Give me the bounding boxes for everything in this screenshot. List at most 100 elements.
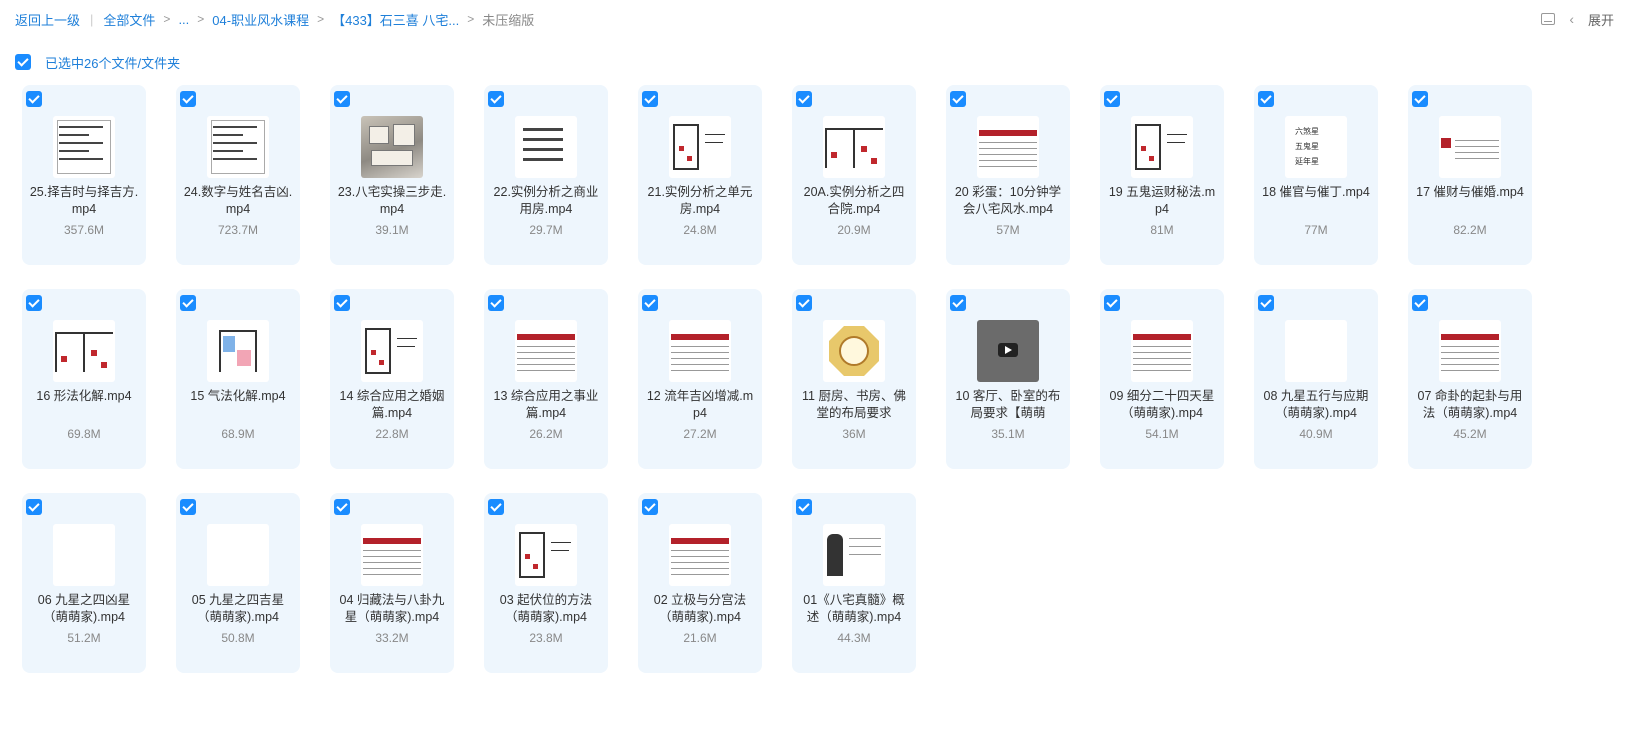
file-size: 26.2M [529, 427, 563, 441]
file-name: 08 九星五行与应期（萌萌家).mp4 [1263, 389, 1369, 420]
file-card[interactable]: 12 流年吉凶增减.mp4 27.2M [638, 289, 762, 469]
file-checkbox[interactable] [642, 295, 658, 311]
file-size: 723.7M [217, 223, 259, 237]
file-card[interactable]: 13 综合应用之事业篇.mp4 26.2M [484, 289, 608, 469]
file-name: 12 流年吉凶增减.mp4 [646, 389, 754, 420]
file-checkbox[interactable] [26, 499, 42, 515]
file-checkbox[interactable] [642, 499, 658, 515]
file-card[interactable]: 17 催财与催婚.mp4 82.2M [1408, 85, 1532, 265]
file-card[interactable]: 23.八宅实操三步走.mp4 39.1M [330, 85, 454, 265]
divider: | [90, 11, 94, 27]
file-card[interactable]: 06 九星之四凶星（萌萌家).mp4 51.2M [22, 493, 146, 673]
file-size: 357.6M [63, 223, 105, 237]
thumbnail-text: 延年星 [1295, 157, 1319, 166]
file-card[interactable]: 24.数字与姓名吉凶.mp4 723.7M [176, 85, 300, 265]
toolbar-right: ‹ 展开 [1541, 0, 1614, 38]
file-name: 05 九星之四吉星（萌萌家).mp4 [191, 593, 285, 624]
file-card[interactable]: 16 形法化解.mp4 69.8M [22, 289, 146, 469]
list-view-icon[interactable] [1541, 13, 1556, 25]
file-thumbnail [669, 524, 731, 586]
file-checkbox[interactable] [796, 295, 812, 311]
file-card[interactable]: 22.实例分析之商业用房.mp4 29.7M [484, 85, 608, 265]
file-card[interactable]: 14 综合应用之婚姻篇.mp4 22.8M [330, 289, 454, 469]
file-card[interactable]: 04 归藏法与八卦九星（萌萌家).mp4 33.2M [330, 493, 454, 673]
file-card[interactable]: 20 彩蛋：10分钟学会八宅风水.mp4 57M [946, 85, 1070, 265]
file-card[interactable]: 25.择吉时与择吉方.mp4 357.6M [22, 85, 146, 265]
file-card[interactable]: 07 命卦的起卦与用法（萌萌家).mp4 45.2M [1408, 289, 1532, 469]
file-name: 03 起伏位的方法（萌萌家).mp4 [499, 593, 593, 624]
file-checkbox[interactable] [488, 499, 504, 515]
file-thumbnail [1439, 320, 1501, 382]
file-checkbox[interactable] [1258, 91, 1274, 107]
file-checkbox[interactable] [642, 91, 658, 107]
file-card[interactable]: 19 五鬼运财秘法.mp4 81M [1100, 85, 1224, 265]
file-card[interactable]: 11 厨房、书房、佛堂的布局要求 36M [792, 289, 916, 469]
file-thumbnail [823, 116, 885, 178]
chevron-left-icon[interactable]: ‹ [1569, 11, 1574, 27]
file-name: 21.实例分析之单元房.mp4 [647, 185, 753, 216]
file-thumbnail [53, 116, 115, 178]
file-thumbnail [823, 320, 885, 382]
file-thumbnail [361, 116, 423, 178]
file-card[interactable]: 02 立极与分宫法（萌萌家).mp4 21.6M [638, 493, 762, 673]
file-checkbox[interactable] [334, 91, 350, 107]
breadcrumb-item-course[interactable]: 04-职业风水课程 [212, 10, 309, 29]
file-thumbnail [977, 320, 1039, 382]
file-checkbox[interactable] [180, 295, 196, 311]
file-checkbox[interactable] [796, 499, 812, 515]
expand-button[interactable]: 展开 [1588, 10, 1614, 29]
file-name: 09 细分二十四天星（萌萌家).mp4 [1109, 389, 1215, 420]
file-checkbox[interactable] [1412, 91, 1428, 107]
file-thumbnail: 六煞星 五鬼星 延年星 [1285, 116, 1347, 178]
file-card[interactable]: 03 起伏位的方法（萌萌家).mp4 23.8M [484, 493, 608, 673]
file-name: 02 立极与分宫法（萌萌家).mp4 [653, 593, 747, 624]
file-checkbox[interactable] [26, 295, 42, 311]
file-checkbox[interactable] [950, 295, 966, 311]
file-checkbox[interactable] [180, 499, 196, 515]
file-size: 24.8M [683, 223, 717, 237]
file-card[interactable]: 05 九星之四吉星（萌萌家).mp4 50.8M [176, 493, 300, 673]
file-card[interactable]: 01《八宅真髓》概述（萌萌家).mp4 44.3M [792, 493, 916, 673]
file-card[interactable]: 10 客厅、卧室的布局要求【萌萌 35.1M [946, 289, 1070, 469]
file-size: 23.8M [529, 631, 563, 645]
file-checkbox[interactable] [488, 295, 504, 311]
file-thumbnail [53, 524, 115, 586]
file-checkbox[interactable] [26, 91, 42, 107]
file-card[interactable]: 09 细分二十四天星（萌萌家).mp4 54.1M [1100, 289, 1224, 469]
file-checkbox[interactable] [950, 91, 966, 107]
file-checkbox[interactable] [488, 91, 504, 107]
file-size: 22.8M [375, 427, 409, 441]
file-checkbox[interactable] [1104, 295, 1120, 311]
file-card[interactable]: 15 气法化解.mp4 68.9M [176, 289, 300, 469]
file-checkbox[interactable] [334, 295, 350, 311]
select-all-checkbox[interactable] [15, 54, 31, 70]
breadcrumb-item-folder[interactable]: 【433】石三喜 八宅... [332, 10, 459, 29]
file-checkbox[interactable] [180, 91, 196, 107]
file-thumbnail [515, 320, 577, 382]
file-size: 21.6M [683, 631, 717, 645]
chevron-right-icon: > [317, 12, 325, 26]
file-card[interactable]: 六煞星 五鬼星 延年星 18 催官与催丁.mp4 77M [1254, 85, 1378, 265]
file-size: 20.9M [837, 223, 871, 237]
file-size: 44.3M [837, 631, 871, 645]
file-size: 81M [1150, 223, 1174, 237]
file-card[interactable]: 20A.实例分析之四合院.mp4 20.9M [792, 85, 916, 265]
file-name: 20 彩蛋：10分钟学会八宅风水.mp4 [954, 185, 1062, 216]
file-size: 57M [996, 223, 1020, 237]
file-card[interactable]: 08 九星五行与应期（萌萌家).mp4 40.9M [1254, 289, 1378, 469]
breadcrumb-item-ellipsis[interactable]: ... [178, 12, 189, 27]
breadcrumb-item-all-files[interactable]: 全部文件 [103, 10, 155, 29]
file-thumbnail [515, 116, 577, 178]
file-size: 33.2M [375, 631, 409, 645]
file-name: 11 厨房、书房、佛堂的布局要求 [802, 389, 906, 420]
file-name: 14 综合应用之婚姻篇.mp4 [339, 389, 445, 420]
file-checkbox[interactable] [334, 499, 350, 515]
file-size: 82.2M [1453, 223, 1487, 237]
file-checkbox[interactable] [796, 91, 812, 107]
file-checkbox[interactable] [1412, 295, 1428, 311]
file-checkbox[interactable] [1258, 295, 1274, 311]
file-checkbox[interactable] [1104, 91, 1120, 107]
back-link[interactable]: 返回上一级 [15, 10, 80, 29]
breadcrumb-bar: 返回上一级 | 全部文件 > ... > 04-职业风水课程 > 【433】石三… [0, 0, 1629, 38]
file-card[interactable]: 21.实例分析之单元房.mp4 24.8M [638, 85, 762, 265]
